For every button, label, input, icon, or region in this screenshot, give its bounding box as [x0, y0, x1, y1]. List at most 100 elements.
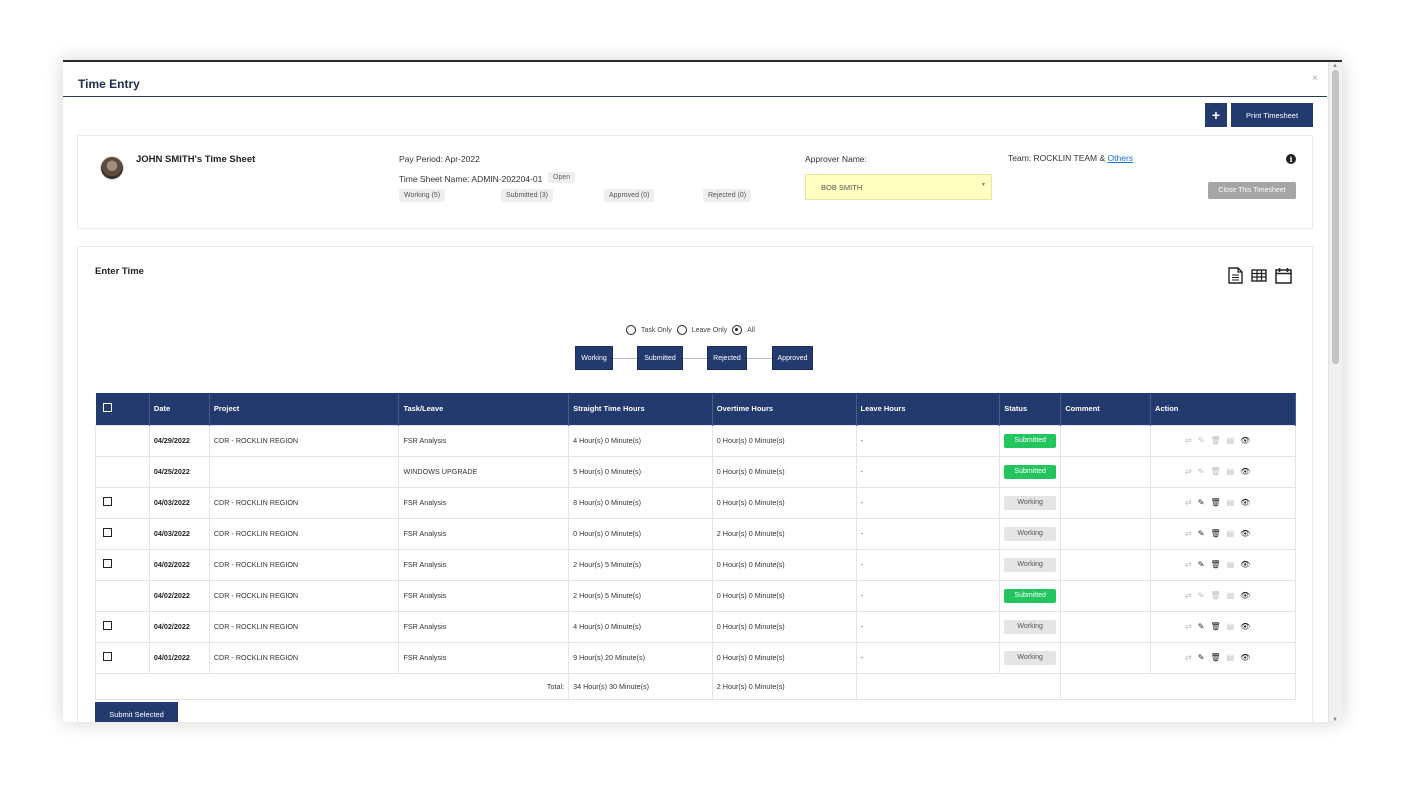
info-icon[interactable]: i: [1286, 154, 1296, 164]
flow-submitted-button[interactable]: Submitted: [637, 346, 683, 370]
row-overtime: 0 Hour(s) 0 Minute(s): [711, 579, 857, 612]
view-icon[interactable]: 👁: [1240, 467, 1250, 476]
status-badge: Working: [1004, 650, 1057, 665]
row-comment: [1060, 424, 1152, 457]
row-leave: -: [855, 641, 1001, 674]
note-icon[interactable]: ▤: [1227, 560, 1235, 569]
edit-icon[interactable]: ✎: [1198, 436, 1205, 445]
print-timesheet-button[interactable]: Print Timesheet: [1231, 103, 1313, 127]
edit-icon[interactable]: ✎: [1198, 622, 1205, 631]
row-overtime: 0 Hour(s) 0 Minute(s): [711, 641, 857, 674]
transfer-icon[interactable]: ⇄: [1185, 560, 1192, 569]
team-others-link[interactable]: Others: [1108, 153, 1134, 163]
edit-icon[interactable]: ✎: [1198, 498, 1205, 507]
edit-icon[interactable]: ✎: [1198, 591, 1205, 600]
edit-icon[interactable]: ✎: [1198, 653, 1205, 662]
view-icon[interactable]: 👁: [1240, 560, 1250, 569]
header-overtime[interactable]: Overtime Hours: [712, 393, 857, 425]
transfer-icon[interactable]: ⇄: [1185, 653, 1192, 662]
delete-icon[interactable]: 🗑: [1210, 622, 1220, 631]
filter-all[interactable]: All: [732, 325, 755, 335]
view-icon[interactable]: 👁: [1240, 436, 1250, 445]
header-project[interactable]: Project: [209, 393, 400, 425]
flow-rejected-button[interactable]: Rejected: [707, 346, 747, 370]
scroll-down-icon[interactable]: ▼: [1332, 717, 1338, 722]
radio-leave-only[interactable]: [676, 325, 687, 335]
view-icon[interactable]: 👁: [1240, 498, 1250, 507]
row-checkbox[interactable]: [103, 497, 112, 506]
header-comment[interactable]: Comment: [1060, 393, 1152, 425]
delete-icon[interactable]: 🗑: [1210, 653, 1220, 662]
row-overtime: 0 Hour(s) 0 Minute(s): [711, 455, 857, 488]
scroll-thumb[interactable]: [1332, 70, 1339, 364]
row-checkbox[interactable]: [103, 652, 112, 661]
row-actions: ⇄ ✎ 🗑 ▤ 👁: [1150, 579, 1296, 612]
view-icon[interactable]: 👁: [1240, 529, 1250, 538]
row-actions: ⇄ ✎ 🗑 ▤ 👁: [1150, 641, 1296, 674]
header-leave[interactable]: Leave Hours: [856, 393, 1001, 425]
note-icon[interactable]: ▤: [1227, 622, 1235, 631]
row-project: CDR - ROCKLIN REGION: [208, 424, 400, 457]
header-straight-time[interactable]: Straight Time Hours: [568, 393, 713, 425]
row-overtime: 0 Hour(s) 0 Minute(s): [711, 610, 857, 643]
vertical-scrollbar[interactable]: ▲ ▼: [1328, 62, 1342, 722]
row-status-cell: Submitted: [999, 455, 1062, 488]
delete-icon[interactable]: 🗑: [1210, 560, 1220, 569]
note-icon[interactable]: ▤: [1227, 498, 1235, 507]
row-actions: ⇄ ✎ 🗑 ▤ 👁: [1150, 548, 1296, 581]
transfer-icon[interactable]: ⇄: [1185, 436, 1192, 445]
note-icon[interactable]: ▤: [1227, 467, 1235, 476]
table-icon[interactable]: [1251, 269, 1267, 287]
view-icon[interactable]: 👁: [1240, 622, 1250, 631]
row-checkbox[interactable]: [103, 621, 112, 630]
delete-icon[interactable]: 🗑: [1210, 529, 1220, 538]
document-icon[interactable]: [1228, 267, 1243, 289]
submit-selected-button[interactable]: Submit Selected: [95, 702, 178, 722]
transfer-icon[interactable]: ⇄: [1185, 622, 1192, 631]
filter-leave-only[interactable]: Leave Only: [676, 325, 727, 335]
transfer-icon[interactable]: ⇄: [1185, 591, 1192, 600]
close-icon[interactable]: ×: [1312, 73, 1318, 84]
working-count-badge: Working (5): [399, 189, 446, 202]
header-task[interactable]: Task/Leave: [398, 393, 570, 425]
note-icon[interactable]: ▤: [1227, 529, 1235, 538]
flow-approved-button[interactable]: Approved: [772, 346, 813, 370]
row-checkbox[interactable]: [103, 559, 112, 568]
table-row: 04/03/2022 CDR - ROCKLIN REGION FSR Anal…: [95, 486, 1296, 519]
delete-icon[interactable]: 🗑: [1210, 498, 1220, 507]
transfer-icon[interactable]: ⇄: [1185, 529, 1192, 538]
delete-icon[interactable]: 🗑: [1210, 591, 1220, 600]
header-status[interactable]: Status: [999, 393, 1062, 425]
flow-working-button[interactable]: Working: [575, 346, 613, 370]
scroll-up-icon[interactable]: ▲: [1332, 63, 1338, 69]
close-timesheet-button[interactable]: Close This Timesheet: [1208, 182, 1296, 199]
row-comment: [1060, 455, 1152, 488]
edit-icon[interactable]: ✎: [1198, 560, 1205, 569]
note-icon[interactable]: ▤: [1227, 436, 1235, 445]
delete-icon[interactable]: 🗑: [1210, 467, 1220, 476]
delete-icon[interactable]: 🗑: [1210, 436, 1220, 445]
table-header-row: Date Project Task/Leave Straight Time Ho…: [95, 393, 1296, 425]
edit-icon[interactable]: ✎: [1198, 467, 1205, 476]
filter-task-only[interactable]: Task Only: [626, 325, 672, 335]
row-checkbox[interactable]: [103, 528, 112, 537]
edit-icon[interactable]: ✎: [1198, 529, 1205, 538]
note-icon[interactable]: ▤: [1227, 591, 1235, 600]
header-date[interactable]: Date: [149, 393, 210, 425]
add-entry-button[interactable]: +: [1205, 103, 1227, 127]
approved-count-badge: Approved (0): [604, 189, 655, 202]
transfer-icon[interactable]: ⇄: [1185, 498, 1192, 507]
radio-all[interactable]: [732, 325, 743, 335]
note-icon[interactable]: ▤: [1227, 653, 1235, 662]
filter-label: All: [747, 326, 755, 334]
view-icon[interactable]: 👁: [1240, 591, 1250, 600]
view-icon[interactable]: 👁: [1240, 653, 1250, 662]
approver-select[interactable]: BOB SMITH ▼: [805, 174, 992, 200]
transfer-icon[interactable]: ⇄: [1185, 467, 1192, 476]
radio-task-only[interactable]: [626, 325, 636, 335]
row-status-cell: Working: [999, 517, 1062, 550]
row-overtime: 0 Hour(s) 0 Minute(s): [711, 486, 857, 519]
calendar-icon[interactable]: [1275, 267, 1292, 289]
select-all-checkbox[interactable]: [102, 403, 112, 413]
table-row: 04/29/2022 CDR - ROCKLIN REGION FSR Anal…: [95, 424, 1296, 457]
